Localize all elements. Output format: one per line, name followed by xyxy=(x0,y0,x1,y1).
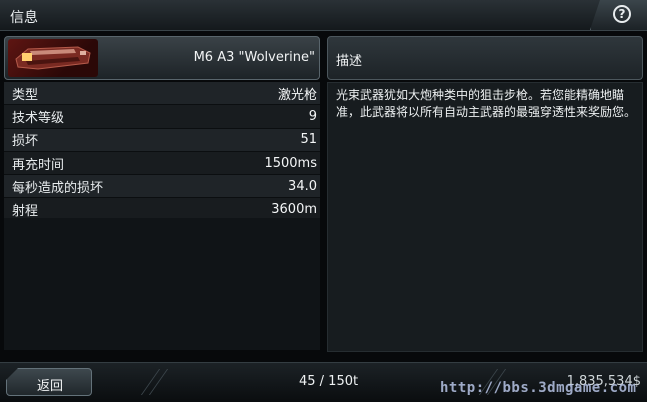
stat-value: 9 xyxy=(308,108,317,124)
weapon-header: M6 A3 "Wolverine" xyxy=(4,36,320,80)
stat-label: 再充时间 xyxy=(12,157,65,173)
description-title: 描述 xyxy=(336,54,363,69)
back-button[interactable]: 返回 xyxy=(6,368,92,396)
stat-label: 损坏 xyxy=(12,134,39,150)
weapon-thumbnail xyxy=(8,39,98,77)
stat-value: 激光枪 xyxy=(277,87,317,103)
stat-label: 射程 xyxy=(12,204,39,220)
stat-value: 34.0 xyxy=(288,178,317,194)
stat-value: 3600m xyxy=(271,202,317,218)
stat-value: 1500ms xyxy=(264,155,317,171)
window-title: 信息 xyxy=(10,10,38,26)
decorative-divider xyxy=(148,369,169,395)
question-circle-icon: ? xyxy=(613,5,631,23)
back-button-label: 返回 xyxy=(37,379,64,394)
stat-row-recharge: 再充时间 1500ms xyxy=(4,151,320,176)
stat-row-tech-level: 技术等级 9 xyxy=(4,105,320,129)
stat-row-dps: 每秒造成的损坏 34.0 xyxy=(4,175,320,199)
title-bar: 信息 ? xyxy=(0,0,647,31)
stat-row-damage: 损坏 51 xyxy=(4,128,320,152)
weapon-stats-list: 类型 激光枪 技术等级 9 损坏 51 再充时间 1500ms 每秒造成的损坏 … xyxy=(4,82,320,222)
help-button[interactable]: ? xyxy=(590,0,647,30)
stat-label: 每秒造成的损坏 xyxy=(12,180,104,196)
laser-gun-icon xyxy=(15,46,91,70)
stats-panel-background xyxy=(4,218,320,350)
stat-row-type: 类型 激光枪 xyxy=(4,82,320,106)
description-text: 光束武器犹如大炮种类中的狙击步枪。若您能精确地瞄准，此武器将以所有自动主武器的最… xyxy=(327,82,643,352)
stat-value: 51 xyxy=(300,132,317,148)
watermark: http://bbs.3dmgame.com xyxy=(440,380,637,396)
cargo-capacity: 45 / 150t xyxy=(299,374,359,389)
weapon-name: M6 A3 "Wolverine" xyxy=(193,50,315,65)
stat-label: 类型 xyxy=(12,87,39,103)
description-header: 描述 xyxy=(327,36,643,80)
stat-label: 技术等级 xyxy=(12,110,65,126)
